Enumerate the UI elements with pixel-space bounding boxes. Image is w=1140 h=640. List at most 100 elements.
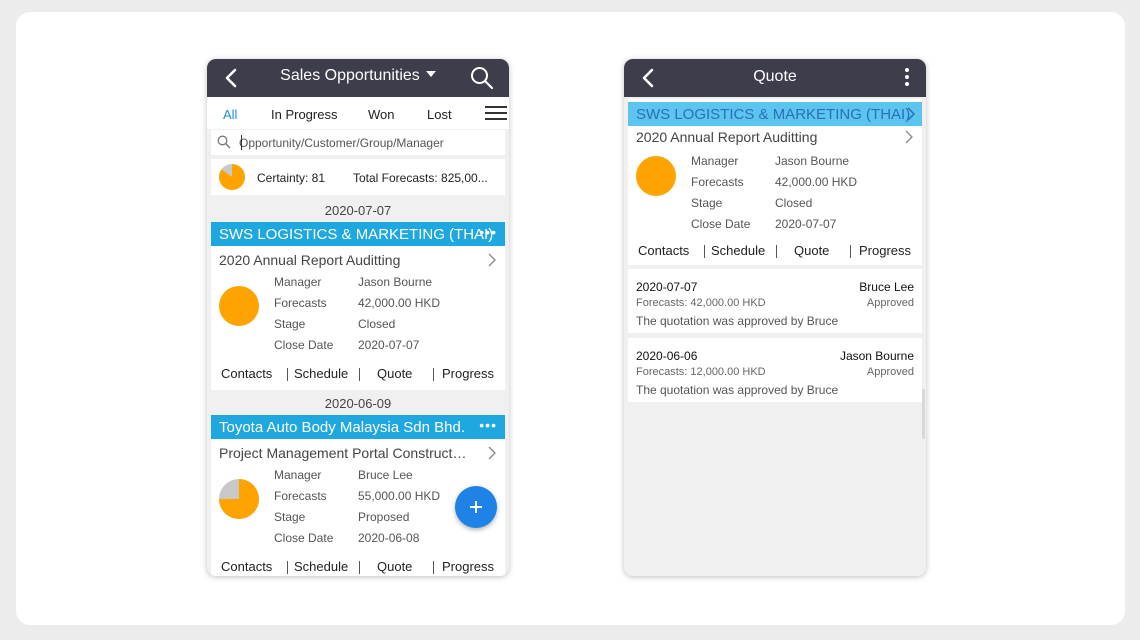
forecasts-label: Forecasts [274,489,327,503]
schedule-link[interactable]: Schedule [711,243,765,258]
manager-label: Manager [274,275,322,289]
forecast-summary: Certainty: 81 Total Forecasts: 825,00... [211,159,505,195]
history-status: Approved [866,297,914,309]
close-date-label: Close Date [274,338,334,352]
customer-header[interactable]: SWS LOGISTICS & MARKETING (THAI) [628,102,922,126]
date-header: 2020-06-09 [324,396,392,411]
card-actions: Contacts Schedule Quote Progress [211,366,505,386]
certainty-pie-icon [219,479,259,519]
customer-name: SWS LOGISTICS & MARKETING (THAI) [219,226,494,243]
history-status: Approved [866,366,914,378]
opportunity-title: 2020 Annual Report Auditting [636,129,818,145]
quote-history-item[interactable]: 2020-06-06 Jason Bourne Forecasts: 12,00… [628,338,922,402]
forecasts-label: Forecasts [274,296,327,310]
search-input[interactable] [239,133,499,152]
caret-down-icon [425,71,436,77]
opportunity-detail-card: SWS LOGISTICS & MARKETING (THAI) 2020 An… [628,99,922,265]
chevron-right-icon [907,107,916,121]
date-header: 2020-07-07 [324,203,392,218]
close-date-value: 2020-07-07 [775,217,837,231]
more-icon[interactable]: ••• [479,417,497,433]
forecasts-label: Forecasts [691,175,744,189]
opportunity-title: 2020 Annual Report Auditting [219,252,401,268]
progress-link[interactable]: Progress [442,366,494,381]
contacts-link[interactable]: Contacts [221,366,272,381]
customer-header[interactable]: SWS LOGISTICS & MARKETING (THAI) ••• [211,222,505,246]
divider [287,368,288,381]
divider [776,245,777,258]
stage-label: Stage [691,196,723,210]
top-bar: Sales Opportunities [207,59,509,97]
scrollbar[interactable] [922,389,925,439]
title-dropdown[interactable]: Sales Opportunities [207,67,509,85]
history-forecast: Forecasts: 42,000.00 HKD [636,297,766,309]
contacts-link[interactable]: Contacts [638,243,689,258]
divider [704,245,705,258]
quote-history-item[interactable]: 2020-07-07 Bruce Lee Forecasts: 42,000.0… [628,269,922,333]
divider [287,561,288,574]
history-note: The quotation was approved by Bruce [636,383,839,397]
stage-value: Closed [358,317,396,331]
tab-all[interactable]: All [223,107,237,122]
chevron-right-icon[interactable] [487,253,497,267]
history-date: 2020-07-07 [636,280,698,294]
contacts-link[interactable]: Contacts [221,559,272,574]
history-user: Jason Bourne [839,349,914,363]
card-actions: Contacts Schedule Quote Progress [211,559,505,576]
customer-name: SWS LOGISTICS & MARKETING (THAI) [636,106,911,123]
total-forecasts-text: Total Forecasts: 825,00... [353,171,488,185]
stage-value: Proposed [358,510,410,524]
progress-link[interactable]: Progress [442,559,494,574]
certainty-pie-icon [219,286,259,326]
history-date: 2020-06-06 [636,349,698,363]
certainty-pie-icon [219,164,245,190]
menu-icon[interactable] [485,106,507,120]
tab-in-progress[interactable]: In Progress [271,107,337,122]
history-note: The quotation was approved by Bruce [636,314,839,328]
tab-lost[interactable]: Lost [427,107,452,122]
stage-label: Stage [274,317,306,331]
opportunity-card[interactable]: SWS LOGISTICS & MARKETING (THAI) ••• 202… [211,222,505,390]
sales-opportunities-screen: Sales Opportunities All In Progress Won … [207,59,509,576]
customer-header[interactable]: Toyota Auto Body Malaysia Sdn Bhd. ••• [211,415,505,439]
divider [359,368,360,381]
add-opportunity-button[interactable] [455,486,497,528]
manager-value: Bruce Lee [358,468,413,482]
quote-link[interactable]: Quote [794,243,829,258]
certainty-text: Certainty: 81 [257,171,326,185]
chevron-right-icon[interactable] [487,446,497,460]
chevron-right-icon[interactable] [904,130,914,144]
search-bar [211,130,505,155]
more-icon[interactable]: ••• [479,224,497,240]
divider [359,561,360,574]
close-date-label: Close Date [691,217,751,231]
manager-value: Jason Bourne [775,154,850,168]
manager-label: Manager [274,468,322,482]
search-icon [217,135,231,149]
customer-name: Toyota Auto Body Malaysia Sdn Bhd. [219,419,465,436]
page-title: Quote [753,68,797,85]
close-date-label: Close Date [274,531,334,545]
stage-value: Closed [775,196,813,210]
stage-label: Stage [274,510,306,524]
close-date-value: 2020-06-08 [358,531,420,545]
text-cursor [241,135,242,150]
certainty-pie-icon [636,156,676,196]
kebab-icon[interactable] [904,68,910,88]
manager-label: Manager [691,154,739,168]
tab-won[interactable]: Won [368,107,395,122]
opportunity-title: Project Management Portal Construction [219,445,469,461]
schedule-link[interactable]: Schedule [294,559,348,574]
quote-screen: Quote SWS LOGISTICS & MARKETING (THAI) 2… [624,59,926,576]
schedule-link[interactable]: Schedule [294,366,348,381]
close-date-value: 2020-07-07 [358,338,420,352]
quote-link[interactable]: Quote [377,366,412,381]
manager-value: Jason Bourne [358,275,433,289]
divider [433,561,434,574]
quote-link[interactable]: Quote [377,559,412,574]
progress-link[interactable]: Progress [859,243,911,258]
background-card [16,12,1125,625]
plus-icon [470,501,482,513]
search-icon[interactable] [469,65,495,91]
history-user: Bruce Lee [859,280,914,294]
